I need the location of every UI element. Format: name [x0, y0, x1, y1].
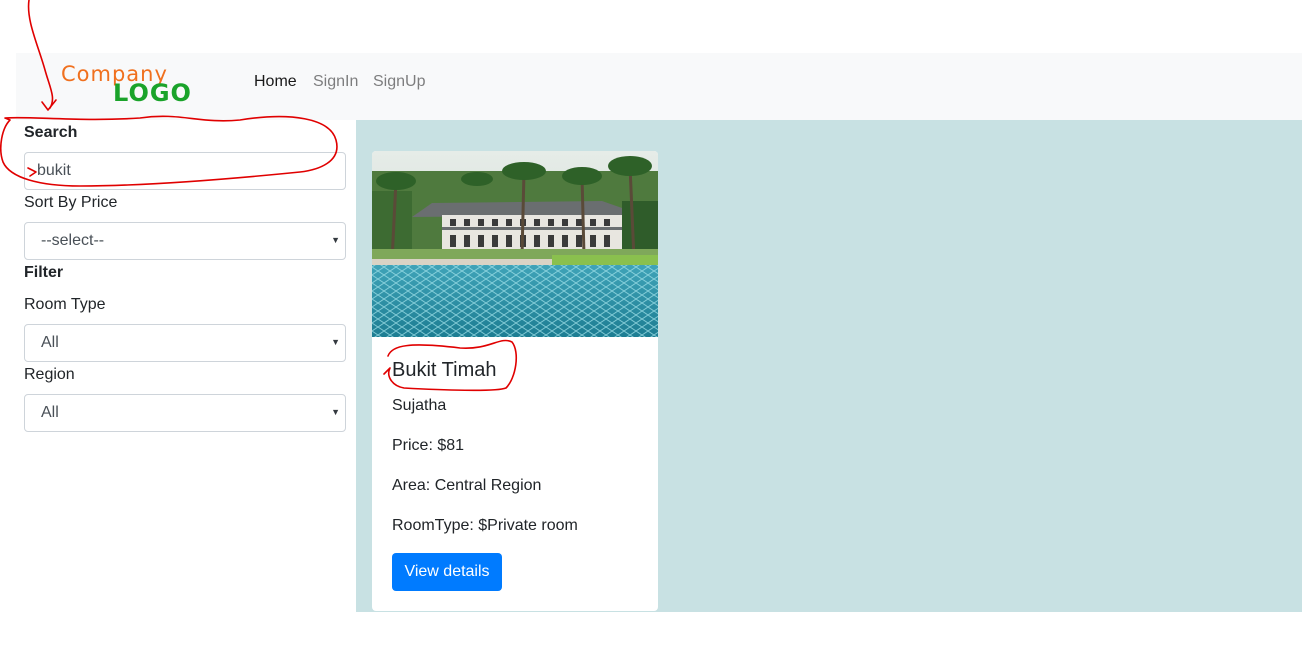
view-details-button[interactable]: View details	[392, 553, 502, 591]
listings-area: Bukit Timah Sujatha Price: $81 Area: Cen…	[356, 120, 1302, 612]
listing-room-type: RoomType: $Private room	[392, 517, 578, 534]
room-type-select[interactable]: All ▼	[24, 324, 346, 362]
search-label: Search	[24, 124, 78, 141]
search-input[interactable]	[24, 152, 346, 190]
room-type-value: All	[41, 334, 59, 351]
region-select[interactable]: All ▼	[24, 394, 346, 432]
region-label: Region	[24, 366, 75, 383]
chevron-down-icon: ▼	[331, 337, 340, 347]
hotel-pool-image	[372, 151, 658, 337]
company-logo[interactable]: Company LOGO	[61, 62, 206, 107]
navbar: Company LOGO Home SignIn SignUp	[16, 53, 1302, 120]
listing-card: Bukit Timah Sujatha Price: $81 Area: Cen…	[372, 151, 658, 611]
sort-by-price-label: Sort By Price	[24, 194, 118, 211]
nav-home[interactable]: Home	[254, 73, 297, 91]
listing-host: Sujatha	[392, 397, 447, 414]
sort-by-price-value: --select--	[41, 232, 105, 249]
listing-title[interactable]: Bukit Timah	[392, 359, 496, 382]
sort-by-price-select[interactable]: --select-- ▼	[24, 222, 346, 260]
region-value: All	[41, 404, 59, 421]
nav-signin[interactable]: SignIn	[313, 73, 358, 91]
filter-heading: Filter	[24, 264, 64, 281]
chevron-down-icon: ▼	[331, 235, 340, 245]
room-type-label: Room Type	[24, 296, 106, 313]
logo-line-2: LOGO	[113, 79, 192, 107]
nav-signup[interactable]: SignUp	[373, 73, 425, 91]
chevron-down-icon: ▼	[331, 407, 340, 417]
listing-area: Area: Central Region	[392, 477, 542, 494]
listing-price: Price: $81	[392, 437, 465, 454]
